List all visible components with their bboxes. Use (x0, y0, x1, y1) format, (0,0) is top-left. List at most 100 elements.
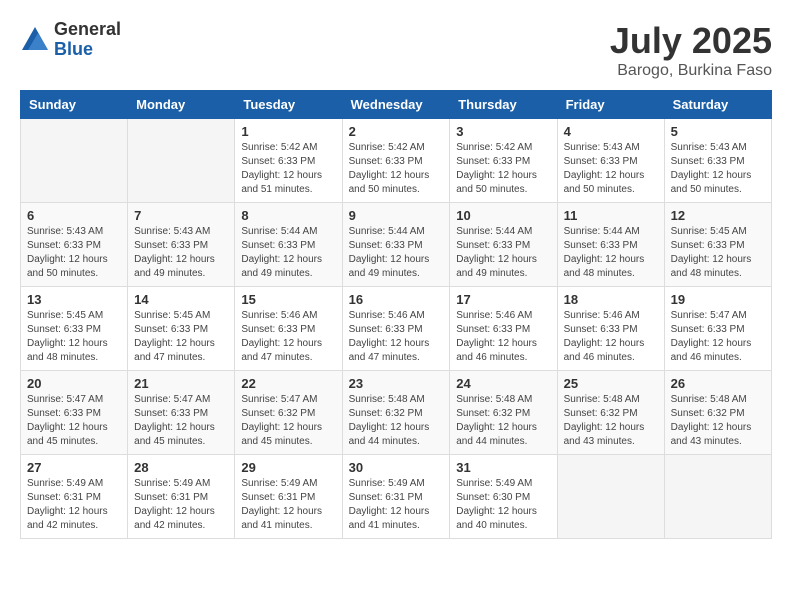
table-row: 28Sunrise: 5:49 AM Sunset: 6:31 PM Dayli… (128, 455, 235, 539)
table-row (21, 119, 128, 203)
logo: General Blue (20, 20, 121, 60)
day-info: Sunrise: 5:49 AM Sunset: 6:31 PM Dayligh… (134, 477, 228, 533)
location-title: Barogo, Burkina Faso (610, 62, 772, 80)
col-sunday: Sunday (21, 91, 128, 119)
day-info: Sunrise: 5:49 AM Sunset: 6:31 PM Dayligh… (349, 477, 444, 533)
table-row: 12 Sunrise: 5:45 AM Sunset: 6:33 PM Dayli… (664, 203, 771, 287)
table-row: 14 Sunrise: 5:45 AM Sunset: 6:33 PM Dayli… (128, 287, 235, 371)
day-number: 26 (671, 376, 765, 391)
day-info: Sunrise: 5:48 AM Sunset: 6:32 PM Dayligh… (456, 393, 550, 449)
day-info: Sunrise: 5:47 AM Sunset: 6:33 PM Dayligh… (27, 393, 121, 449)
table-row: 26 Sunrise: 5:48 AM Sunset: 6:32 PM Dayli… (664, 371, 771, 455)
table-row: 1 Sunrise: 5:42 AM Sunset: 6:33 PM Daylig… (235, 119, 342, 203)
day-number: 7 (134, 208, 228, 223)
day-number: 15 (241, 292, 335, 307)
day-info: Sunrise: 5:44 AM Sunset: 6:33 PM Dayligh… (456, 225, 550, 281)
table-row: 6 Sunrise: 5:43 AM Sunset: 6:33 PM Daylig… (21, 203, 128, 287)
table-row: 11 Sunrise: 5:44 AM Sunset: 6:33 PM Dayli… (557, 203, 664, 287)
day-info: Sunrise: 5:42 AM Sunset: 6:33 PM Dayligh… (349, 141, 444, 197)
day-info: Sunrise: 5:49 AM Sunset: 6:31 PM Dayligh… (241, 477, 335, 533)
day-number: 20 (27, 376, 121, 391)
day-number: 9 (349, 208, 444, 223)
logo-blue: Blue (54, 40, 121, 60)
day-info: Sunrise: 5:44 AM Sunset: 6:33 PM Dayligh… (564, 225, 658, 281)
day-number: 25 (564, 376, 658, 391)
day-info: Sunrise: 5:43 AM Sunset: 6:33 PM Dayligh… (671, 141, 765, 197)
day-number: 21 (134, 376, 228, 391)
table-row: 3 Sunrise: 5:42 AM Sunset: 6:33 PM Daylig… (450, 119, 557, 203)
col-saturday: Saturday (664, 91, 771, 119)
day-info: Sunrise: 5:43 AM Sunset: 6:33 PM Dayligh… (27, 225, 121, 281)
table-row: 29Sunrise: 5:49 AM Sunset: 6:31 PM Dayli… (235, 455, 342, 539)
day-number: 13 (27, 292, 121, 307)
day-number: 1 (241, 124, 335, 139)
day-info: Sunrise: 5:43 AM Sunset: 6:33 PM Dayligh… (564, 141, 658, 197)
table-row: 31Sunrise: 5:49 AM Sunset: 6:30 PM Dayli… (450, 455, 557, 539)
col-friday: Friday (557, 91, 664, 119)
day-info: Sunrise: 5:42 AM Sunset: 6:33 PM Dayligh… (241, 141, 335, 197)
day-number: 8 (241, 208, 335, 223)
day-info: Sunrise: 5:45 AM Sunset: 6:33 PM Dayligh… (27, 309, 121, 365)
day-number: 24 (456, 376, 550, 391)
day-number: 27 (27, 460, 121, 475)
day-number: 19 (671, 292, 765, 307)
table-row: 18Sunrise: 5:46 AM Sunset: 6:33 PM Dayli… (557, 287, 664, 371)
day-info: Sunrise: 5:47 AM Sunset: 6:33 PM Dayligh… (671, 309, 765, 365)
day-number: 17 (456, 292, 550, 307)
day-number: 14 (134, 292, 228, 307)
day-info: Sunrise: 5:42 AM Sunset: 6:33 PM Dayligh… (456, 141, 550, 197)
day-info: Sunrise: 5:49 AM Sunset: 6:30 PM Dayligh… (456, 477, 550, 533)
calendar-header-row: Sunday Monday Tuesday Wednesday Thursday… (21, 91, 772, 119)
table-row: 5 Sunrise: 5:43 AM Sunset: 6:33 PM Daylig… (664, 119, 771, 203)
table-row: 21 Sunrise: 5:47 AM Sunset: 6:33 PM Dayli… (128, 371, 235, 455)
page-header: General Blue July 2025 Barogo, Burkina F… (20, 20, 772, 80)
day-info: Sunrise: 5:45 AM Sunset: 6:33 PM Dayligh… (671, 225, 765, 281)
day-info: Sunrise: 5:45 AM Sunset: 6:33 PM Dayligh… (134, 309, 228, 365)
col-tuesday: Tuesday (235, 91, 342, 119)
day-number: 6 (27, 208, 121, 223)
day-info: Sunrise: 5:48 AM Sunset: 6:32 PM Dayligh… (349, 393, 444, 449)
col-thursday: Thursday (450, 91, 557, 119)
day-number: 30 (349, 460, 444, 475)
col-wednesday: Wednesday (342, 91, 450, 119)
table-row: 8Sunrise: 5:44 AM Sunset: 6:33 PM Daylig… (235, 203, 342, 287)
table-row: 23 Sunrise: 5:48 AM Sunset: 6:32 PM Dayli… (342, 371, 450, 455)
day-number: 5 (671, 124, 765, 139)
day-number: 23 (349, 376, 444, 391)
day-number: 2 (349, 124, 444, 139)
calendar-table: Sunday Monday Tuesday Wednesday Thursday… (20, 90, 772, 539)
day-number: 3 (456, 124, 550, 139)
col-monday: Monday (128, 91, 235, 119)
day-number: 22 (241, 376, 335, 391)
table-row: 17Sunrise: 5:46 AM Sunset: 6:33 PM Dayli… (450, 287, 557, 371)
day-number: 4 (564, 124, 658, 139)
day-info: Sunrise: 5:48 AM Sunset: 6:32 PM Dayligh… (564, 393, 658, 449)
table-row: 7Sunrise: 5:43 AM Sunset: 6:33 PM Daylig… (128, 203, 235, 287)
table-row: 9 Sunrise: 5:44 AM Sunset: 6:33 PM Daylig… (342, 203, 450, 287)
table-row: 4 Sunrise: 5:43 AM Sunset: 6:33 PM Daylig… (557, 119, 664, 203)
table-row (128, 119, 235, 203)
table-row: 30 Sunrise: 5:49 AM Sunset: 6:31 PM Dayli… (342, 455, 450, 539)
logo-icon (20, 25, 50, 55)
table-row: 22 Sunrise: 5:47 AM Sunset: 6:32 PM Dayli… (235, 371, 342, 455)
table-row: 27Sunrise: 5:49 AM Sunset: 6:31 PM Dayli… (21, 455, 128, 539)
day-info: Sunrise: 5:44 AM Sunset: 6:33 PM Dayligh… (349, 225, 444, 281)
day-info: Sunrise: 5:48 AM Sunset: 6:32 PM Dayligh… (671, 393, 765, 449)
day-number: 12 (671, 208, 765, 223)
day-info: Sunrise: 5:46 AM Sunset: 6:33 PM Dayligh… (564, 309, 658, 365)
month-title: July 2025 (610, 20, 772, 62)
day-info: Sunrise: 5:47 AM Sunset: 6:32 PM Dayligh… (241, 393, 335, 449)
table-row (557, 455, 664, 539)
table-row: 24 Sunrise: 5:48 AM Sunset: 6:32 PM Dayli… (450, 371, 557, 455)
calendar-week-row: 6 Sunrise: 5:43 AM Sunset: 6:33 PM Daylig… (21, 203, 772, 287)
logo-text: General Blue (54, 20, 121, 60)
table-row: 10 Sunrise: 5:44 AM Sunset: 6:33 PM Dayli… (450, 203, 557, 287)
day-number: 11 (564, 208, 658, 223)
day-info: Sunrise: 5:47 AM Sunset: 6:33 PM Dayligh… (134, 393, 228, 449)
table-row: 2 Sunrise: 5:42 AM Sunset: 6:33 PM Daylig… (342, 119, 450, 203)
table-row: 15Sunrise: 5:46 AM Sunset: 6:33 PM Dayli… (235, 287, 342, 371)
day-number: 10 (456, 208, 550, 223)
calendar-week-row: 27 Sunrise: 5:49 AM Sunset: 6:31 PM Dayli… (21, 455, 772, 539)
calendar-week-row: 20 Sunrise: 5:47 AM Sunset: 6:33 PM Dayli… (21, 371, 772, 455)
table-row: 13 Sunrise: 5:45 AM Sunset: 6:33 PM Dayli… (21, 287, 128, 371)
